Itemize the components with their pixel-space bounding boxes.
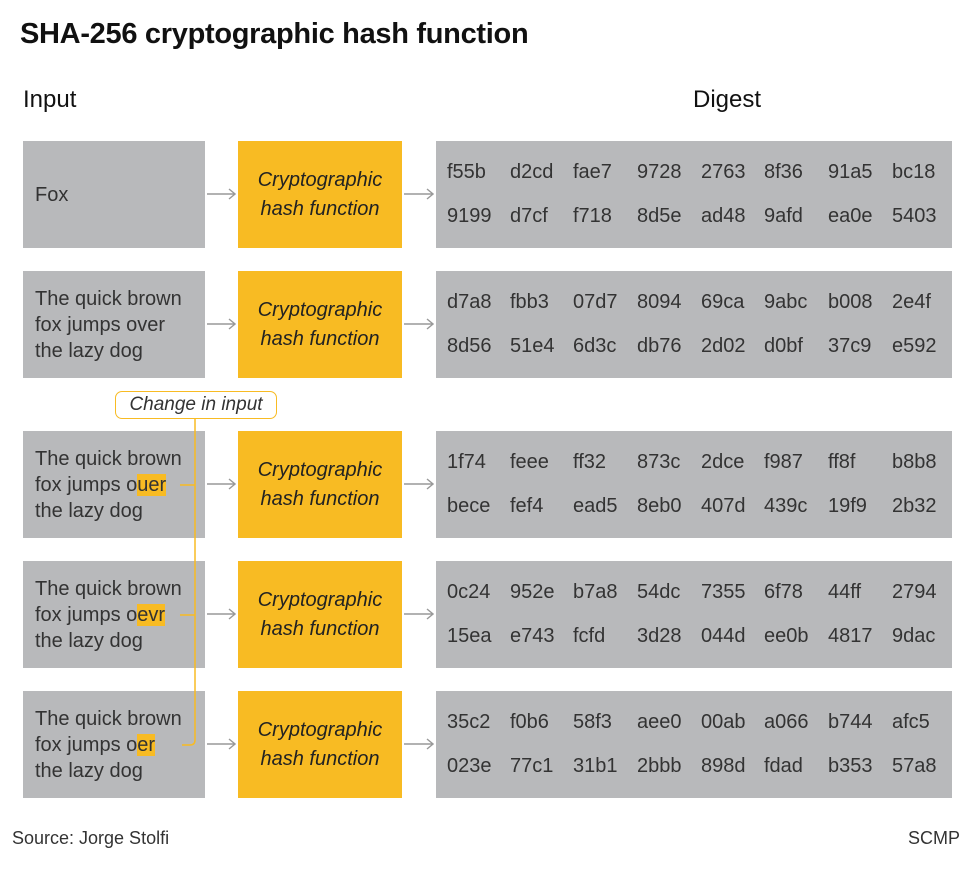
change-in-input-label: Change in input (115, 391, 277, 419)
credit: SCMP (907, 828, 960, 848)
change-connector-line (182, 419, 196, 746)
change-connector (180, 419, 196, 746)
source-note: Source: Jorge Stolfi (12, 828, 170, 848)
